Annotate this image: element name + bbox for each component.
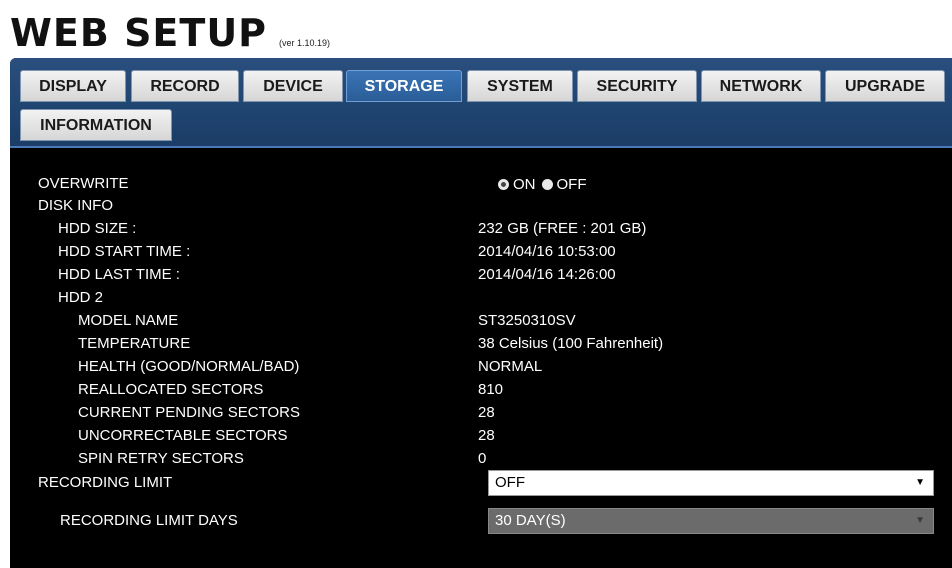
current-pending-sectors-label: CURRENT PENDING SECTORS — [78, 404, 300, 421]
overwrite-on-label[interactable]: ON — [513, 176, 536, 193]
current-pending-sectors-value: 28 — [478, 404, 495, 421]
app-header: WEB SETUP (ver 1.10.19) — [10, 2, 330, 52]
tab-upgrade[interactable]: UPGRADE — [825, 70, 945, 102]
hdd-last-time-value: 2014/04/16 14:26:00 — [478, 266, 616, 283]
hdd-start-time-value: 2014/04/16 10:53:00 — [478, 243, 616, 260]
tab-storage[interactable]: STORAGE — [346, 70, 462, 102]
uncorrectable-sectors-value: 28 — [478, 427, 495, 444]
tab-record[interactable]: RECORD — [131, 70, 239, 102]
recording-limit-label: RECORDING LIMIT — [38, 474, 173, 491]
overwrite-radio-group: ON OFF — [498, 173, 593, 195]
hdd-size-value: 232 GB (FREE : 201 GB) — [478, 220, 647, 237]
temperature-value: 38 Celsius (100 Fahrenheit) — [478, 335, 664, 352]
health-label: HEALTH (GOOD/NORMAL/BAD) — [78, 358, 300, 375]
temperature-label: TEMPERATURE — [78, 335, 191, 352]
tab-system[interactable]: SYSTEM — [467, 70, 573, 102]
dropdown-arrow-icon: ▼ — [915, 515, 925, 526]
health-value: NORMAL — [478, 358, 543, 375]
overwrite-off-label[interactable]: OFF — [557, 176, 587, 193]
app-version: (ver 1.10.19) — [279, 38, 331, 48]
tab-bar: DISPLAY RECORD DEVICE STORAGE SYSTEM SEC… — [10, 58, 952, 148]
app-title: WEB SETUP — [10, 11, 268, 55]
uncorrectable-sectors-label: UNCORRECTABLE SECTORS — [78, 427, 288, 444]
recording-limit-select[interactable]: OFF ▼ — [488, 470, 934, 496]
disk-info-label: DISK INFO — [38, 197, 114, 214]
hdd-start-time-label: HDD START TIME : — [58, 243, 191, 260]
recording-limit-value: OFF — [495, 474, 525, 491]
tab-network[interactable]: NETWORK — [701, 70, 821, 102]
tab-display[interactable]: DISPLAY — [20, 70, 126, 102]
tab-information[interactable]: INFORMATION — [20, 109, 172, 141]
recording-limit-days-select[interactable]: 30 DAY(S) ▼ — [488, 508, 934, 534]
hdd-size-label: HDD SIZE : — [58, 220, 137, 237]
spin-retry-sectors-value: 0 — [478, 450, 487, 467]
overwrite-on-radio[interactable] — [498, 178, 509, 190]
hdd-last-time-label: HDD LAST TIME : — [58, 266, 180, 283]
recording-limit-days-label: RECORDING LIMIT DAYS — [60, 512, 238, 529]
tab-device[interactable]: DEVICE — [243, 70, 343, 102]
setup-panel: DISPLAY RECORD DEVICE STORAGE SYSTEM SEC… — [10, 58, 952, 568]
spin-retry-sectors-label: SPIN RETRY SECTORS — [78, 450, 244, 467]
tab-security[interactable]: SECURITY — [577, 70, 697, 102]
overwrite-off-radio[interactable] — [541, 178, 553, 190]
model-name-label: MODEL NAME — [78, 312, 179, 329]
reallocated-sectors-value: 810 — [478, 381, 504, 398]
reallocated-sectors-label: REALLOCATED SECTORS — [78, 381, 264, 398]
dropdown-arrow-icon: ▼ — [915, 477, 925, 488]
recording-limit-days-value: 30 DAY(S) — [495, 512, 566, 529]
hdd2-label: HDD 2 — [58, 289, 104, 306]
overwrite-label: OVERWRITE — [38, 175, 129, 192]
model-name-value: ST3250310SV — [478, 312, 576, 329]
